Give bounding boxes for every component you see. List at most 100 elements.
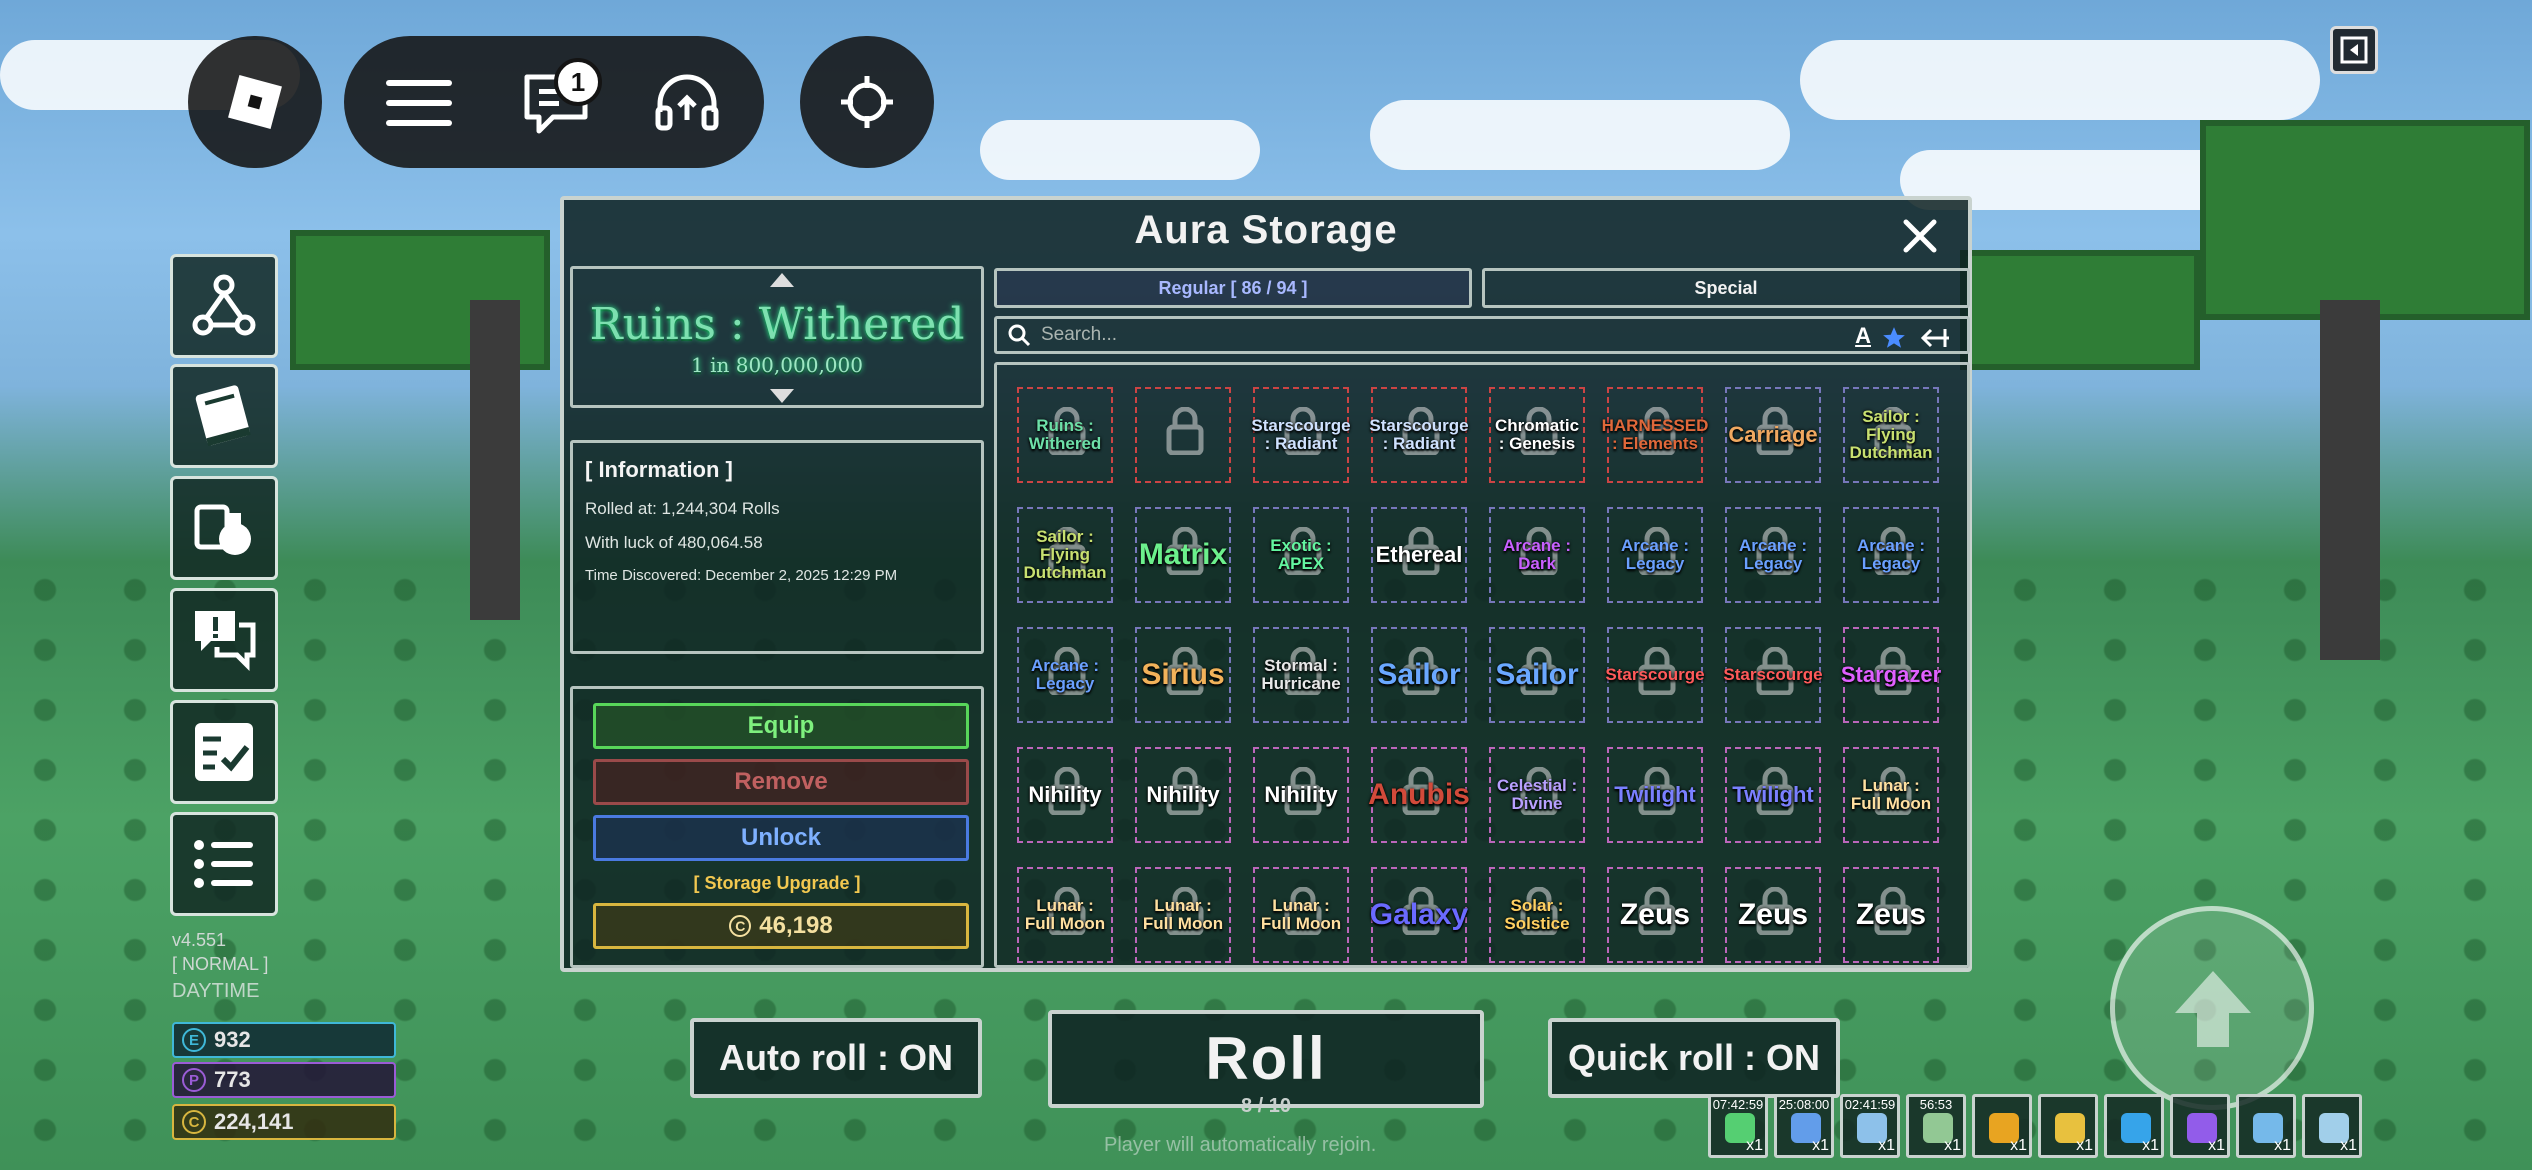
- search-input[interactable]: [1041, 324, 1821, 346]
- aura-slot[interactable]: HARNESSED : Elements: [1602, 387, 1708, 483]
- aura-slot[interactable]: Ruins : Withered: [1017, 387, 1113, 483]
- aura-slot[interactable]: [1135, 387, 1231, 483]
- background-cloud: [1800, 40, 2320, 120]
- top-right-toggle-button[interactable]: [2330, 26, 2378, 74]
- currency-c: C 224,141: [172, 1104, 396, 1140]
- aura-slot[interactable]: Arcane : Legacy: [1843, 507, 1939, 603]
- aura-slot[interactable]: Ethereal: [1371, 507, 1467, 603]
- book-icon: [195, 385, 251, 447]
- hamburger-menu-button[interactable]: [384, 68, 454, 138]
- aura-preview: Ruins : Withered 1 in 800,000,000: [570, 266, 984, 408]
- boost-slot[interactable]: 07:42:59 x1: [1708, 1094, 1768, 1158]
- sort-alpha-button[interactable]: A: [1855, 323, 1871, 349]
- aura-slot[interactable]: Sailor: [1371, 627, 1467, 723]
- aura-slot[interactable]: Arcane : Dark: [1489, 507, 1585, 603]
- mode-label: [ NORMAL ]: [172, 954, 269, 974]
- preview-arrow-down-icon: [770, 389, 794, 403]
- aura-slot[interactable]: Twilight: [1725, 747, 1821, 843]
- quick-roll-button[interactable]: Quick roll : ON: [1548, 1018, 1840, 1098]
- aura-slot[interactable]: Lunar : Full Moon: [1017, 867, 1113, 963]
- aura-slot[interactable]: Exotic : APEX: [1253, 507, 1349, 603]
- aura-slot-name: Twilight: [1614, 782, 1696, 808]
- search-bar: A: [994, 316, 1970, 354]
- aura-slot[interactable]: Celestial : Divine: [1489, 747, 1585, 843]
- aura-slot[interactable]: Sailor: [1489, 627, 1585, 723]
- aura-slot-name: Starscourge : Radiant: [1251, 416, 1351, 453]
- equip-button[interactable]: Equip: [593, 703, 969, 749]
- boost-slot[interactable]: 02:41:59 x1: [1840, 1094, 1900, 1158]
- aura-slot[interactable]: Zeus: [1607, 867, 1703, 963]
- aura-slot[interactable]: Arcane : Legacy: [1017, 627, 1113, 723]
- side-menu-quests-button[interactable]: [170, 588, 278, 692]
- favorite-star-icon[interactable]: [1881, 325, 1907, 351]
- selfview-button[interactable]: [800, 36, 934, 168]
- boost-timer: 02:41:59: [1844, 1097, 1896, 1112]
- aura-slot[interactable]: Twilight: [1607, 747, 1703, 843]
- aura-slot[interactable]: Galaxy: [1370, 867, 1468, 963]
- close-button[interactable]: [1898, 214, 1942, 258]
- aura-slot[interactable]: Lunar : Full Moon: [1135, 867, 1231, 963]
- tab-regular[interactable]: Regular [ 86 / 94 ]: [994, 268, 1472, 308]
- aura-slot-name: Sailor: [1495, 658, 1579, 692]
- side-menu-connections-button[interactable]: [170, 254, 278, 358]
- aura-slot[interactable]: Starscourge: [1605, 627, 1705, 723]
- background-tree-trunk: [470, 300, 520, 620]
- aura-slot[interactable]: Arcane : Legacy: [1607, 507, 1703, 603]
- jump-button[interactable]: [2110, 906, 2314, 1110]
- voice-headset-button[interactable]: [650, 68, 724, 138]
- aura-slot-name: HARNESSED : Elements: [1601, 416, 1709, 453]
- preview-aura-name: Ruins : Withered: [589, 299, 965, 350]
- side-menu-tasks-button[interactable]: [170, 700, 278, 804]
- aura-slot-name: Arcane : Legacy: [1620, 536, 1690, 573]
- aura-slot-name: Lunar : Full Moon: [1850, 776, 1932, 813]
- aura-slot[interactable]: Sailor : Flying Dutchman: [1017, 507, 1113, 603]
- storage-upgrade-button[interactable]: C 46,198: [593, 903, 969, 949]
- boost-slot[interactable]: x1: [2170, 1094, 2230, 1158]
- aura-slot[interactable]: Stormal : Hurricane: [1253, 627, 1349, 723]
- boost-slot[interactable]: x1: [2302, 1094, 2362, 1158]
- aura-slot[interactable]: Nihility: [1135, 747, 1231, 843]
- checklist-icon: [195, 723, 253, 781]
- aura-slot[interactable]: Matrix: [1135, 507, 1231, 603]
- boost-slot[interactable]: x1: [2236, 1094, 2296, 1158]
- aura-slot-name: Nihility: [1264, 782, 1338, 808]
- aura-slot[interactable]: Sailor : Flying Dutchman: [1843, 387, 1939, 483]
- aura-slot[interactable]: Zeus: [1843, 867, 1939, 963]
- side-menu-inventory-button[interactable]: [170, 476, 278, 580]
- boost-slot[interactable]: 25:08:00 x1: [1774, 1094, 1834, 1158]
- aura-slot[interactable]: Stargazer: [1841, 627, 1941, 723]
- p-coin-icon: P: [182, 1068, 206, 1092]
- aura-slot[interactable]: Carriage: [1725, 387, 1821, 483]
- aura-slot[interactable]: Lunar : Full Moon: [1253, 867, 1349, 963]
- side-menu-list-button[interactable]: [170, 812, 278, 916]
- aura-slot[interactable]: Zeus: [1725, 867, 1821, 963]
- unlock-button[interactable]: Unlock: [593, 815, 969, 861]
- aura-slot[interactable]: Nihility: [1017, 747, 1113, 843]
- aura-slot[interactable]: Solar : Solstice: [1489, 867, 1585, 963]
- boost-slot[interactable]: 56:53 x1: [1906, 1094, 1966, 1158]
- aura-slot[interactable]: Arcane : Legacy: [1725, 507, 1821, 603]
- aura-slot[interactable]: Starscourge: [1723, 627, 1823, 723]
- aura-slot[interactable]: Starscourge : Radiant: [1251, 387, 1351, 483]
- aura-slot[interactable]: Sirius: [1135, 627, 1231, 723]
- aura-slot[interactable]: Anubis: [1368, 747, 1470, 843]
- boost-slot[interactable]: x1: [1972, 1094, 2032, 1158]
- aura-slot-name: Arcane : Legacy: [1856, 536, 1926, 573]
- roblox-toolbar: 1: [344, 36, 764, 168]
- aura-slot[interactable]: Chromatic : Genesis: [1489, 387, 1585, 483]
- side-menu-aura-index-button[interactable]: [170, 364, 278, 468]
- sort-direction-icon[interactable]: [1919, 325, 1953, 351]
- roblox-menu-button[interactable]: [188, 36, 322, 168]
- boost-slot[interactable]: x1: [2038, 1094, 2098, 1158]
- aura-slot-name: Nihility: [1028, 782, 1102, 808]
- remove-button[interactable]: Remove: [593, 759, 969, 805]
- auto-roll-button[interactable]: Auto roll : ON: [690, 1018, 982, 1098]
- collapse-icon: [2340, 36, 2368, 64]
- aura-slot[interactable]: Nihility: [1253, 747, 1349, 843]
- roll-button[interactable]: Roll 8 / 10: [1048, 1010, 1484, 1117]
- tab-special[interactable]: Special: [1482, 268, 1970, 308]
- info-title: [ Information ]: [585, 457, 733, 482]
- boost-slot[interactable]: x1: [2104, 1094, 2164, 1158]
- aura-slot[interactable]: Lunar : Full Moon: [1843, 747, 1939, 843]
- aura-slot[interactable]: Starscourge : Radiant: [1369, 387, 1469, 483]
